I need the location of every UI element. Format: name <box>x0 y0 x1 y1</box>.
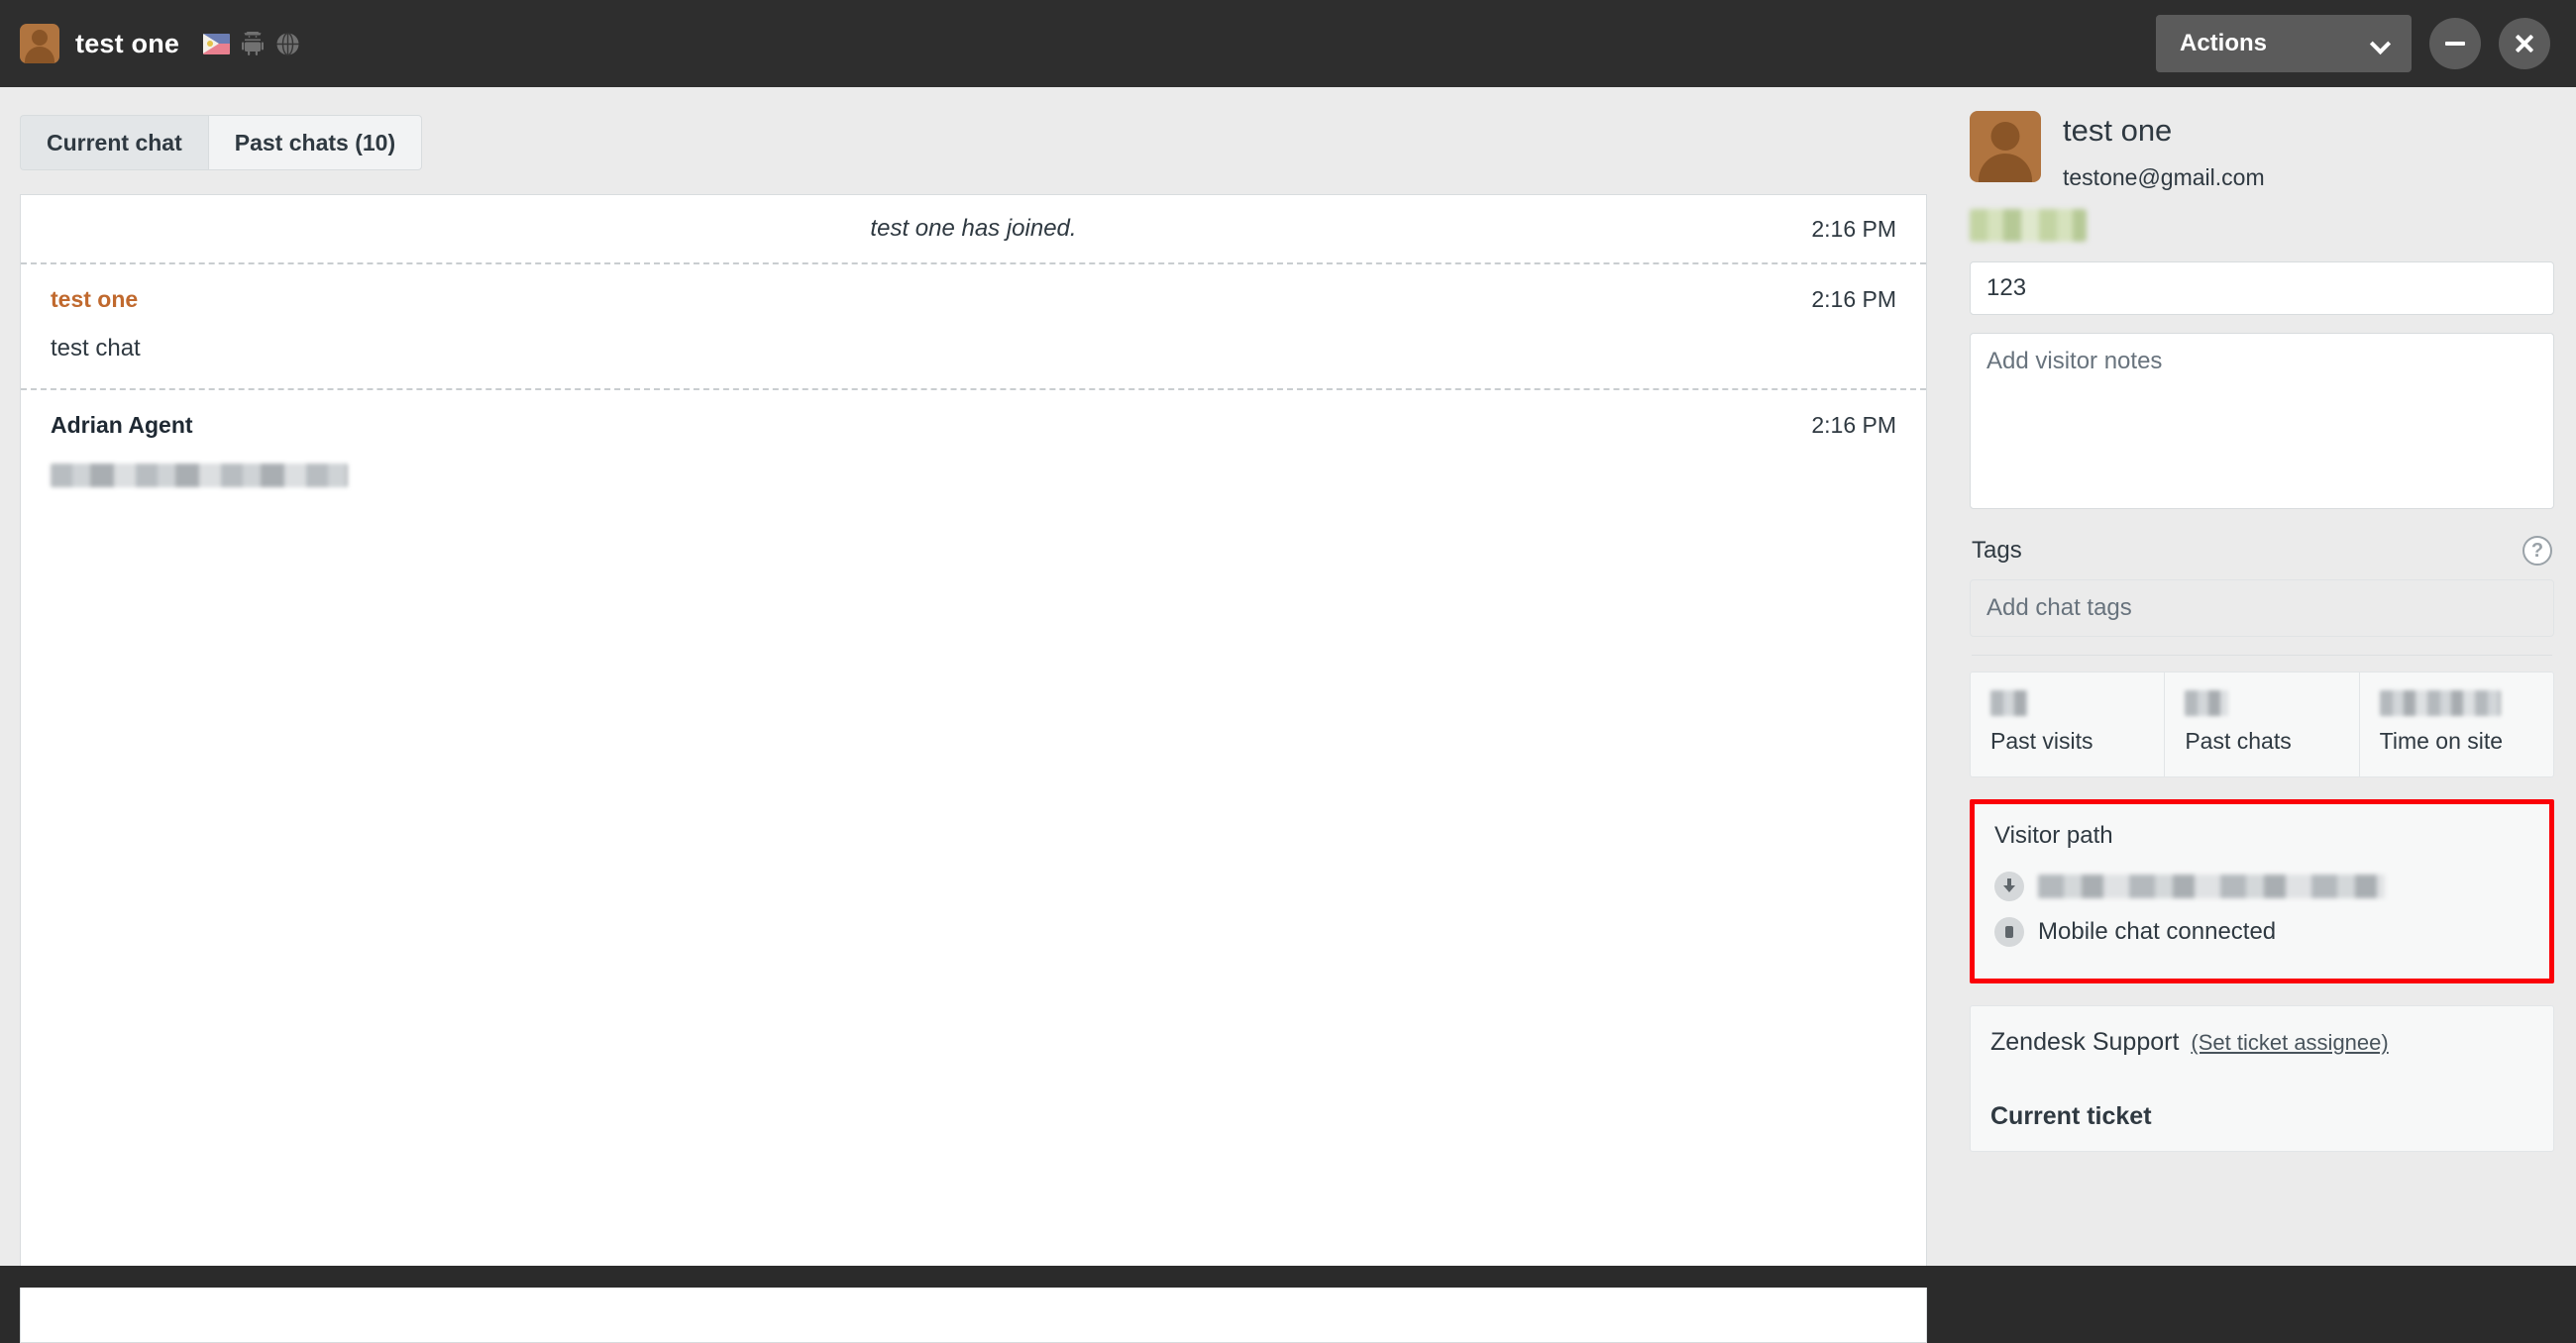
visitor-name: test one <box>2063 113 2173 148</box>
chat-column: Current chat Past chats (10) test one ha… <box>0 87 1948 1343</box>
message-author: Adrian Agent <box>51 412 193 438</box>
message-time: 2:16 PM <box>1811 412 1896 438</box>
system-message-text: test one has joined. <box>870 215 1077 242</box>
titlebar-right-group: Actions <box>2156 15 2576 72</box>
set-ticket-assignee-link[interactable]: (Set ticket assignee) <box>2191 1030 2388 1056</box>
visitor-status-badge-redacted <box>1970 209 2087 242</box>
sidebar-visitor-identity: test one testone@gmail.com <box>2063 111 2265 191</box>
dot-marker-icon <box>1994 917 2024 947</box>
chevron-down-icon <box>2372 36 2388 52</box>
stat-label: Past chats <box>2185 728 2292 754</box>
message-text-redacted <box>51 461 1896 488</box>
actions-button[interactable]: Actions <box>2156 15 2412 72</box>
visitor-path-title: Visitor path <box>1994 822 2113 849</box>
tab-past-chats[interactable]: Past chats (10) <box>207 115 423 170</box>
system-message-time: 2:16 PM <box>1811 215 1896 242</box>
titlebar-icon-group <box>203 30 300 56</box>
chat-tabs: Current chat Past chats (10) <box>0 87 1948 170</box>
message-row-visitor: test one 2:16 PM test chat <box>21 264 1926 388</box>
visitor-path-panel: Visitor path Mobile chat connected <box>1970 799 2554 983</box>
stat-value-redacted <box>2185 690 2229 716</box>
message-row-agent: Adrian Agent 2:16 PM <box>21 390 1926 514</box>
zendesk-support-panel: Zendesk Support (Set ticket assignee) Cu… <box>1970 1005 2554 1152</box>
stat-value-redacted <box>1990 690 2028 716</box>
add-chat-tags-input[interactable]: Add chat tags <box>1970 579 2554 637</box>
visitor-path-entry[interactable]: Mobile chat connected <box>1994 909 2529 955</box>
visitor-path-url-redacted <box>2038 875 2385 898</box>
close-icon <box>2514 33 2535 54</box>
stat-label: Past visits <box>1990 728 2093 754</box>
actions-button-label: Actions <box>2180 30 2268 56</box>
minimize-button[interactable] <box>2429 18 2481 69</box>
tags-label: Tags <box>1972 537 2022 564</box>
stat-past-chats: Past chats <box>2165 672 2360 776</box>
sidebar-visitor-header: test one testone@gmail.com <box>1970 87 2554 191</box>
download-arrow-icon <box>1994 872 2024 901</box>
visitor-phone-field[interactable] <box>1970 261 2554 315</box>
minimize-icon <box>2445 42 2465 46</box>
visitor-stats: Past visits Past chats Time on site <box>1970 672 2554 777</box>
window-titlebar: test one Actions <box>0 0 2576 87</box>
question-mark-icon[interactable]: ? <box>2522 536 2552 566</box>
philippines-flag-icon <box>203 33 231 54</box>
sidebar-divider <box>1972 655 2552 656</box>
globe-browser-icon <box>275 32 300 56</box>
zendesk-support-header: Zendesk Support (Set ticket assignee) <box>1990 1028 2533 1057</box>
close-button[interactable] <box>2499 18 2550 69</box>
visitor-notes-field[interactable] <box>1970 333 2554 509</box>
app-body: Current chat Past chats (10) test one ha… <box>0 87 2576 1343</box>
system-message-row: test one has joined. 2:16 PM <box>21 195 1926 262</box>
tags-header: Tags ? <box>1970 536 2554 566</box>
stat-time-on-site: Time on site <box>2360 672 2553 776</box>
stat-value-redacted <box>2379 690 2501 716</box>
message-author: test one <box>51 286 139 312</box>
current-ticket-label: Current ticket <box>1990 1102 2152 1130</box>
tab-current-chat[interactable]: Current chat <box>20 115 208 170</box>
visitor-email: testone@gmail.com <box>2063 164 2265 190</box>
message-text: test chat <box>51 335 141 362</box>
window-footer-bar <box>0 1266 2576 1288</box>
visitor-path-entry[interactable] <box>1994 864 2529 909</box>
titlebar-left-group: test one <box>0 24 300 63</box>
android-robot-icon <box>242 30 265 55</box>
stat-past-visits: Past visits <box>1971 672 2166 776</box>
redacted-content <box>51 463 348 487</box>
person-avatar-icon <box>20 24 59 63</box>
visitor-sidebar: test one testone@gmail.com Tags ? Add ch… <box>1948 87 2576 1266</box>
stat-label: Time on site <box>2379 728 2504 754</box>
window-title: test one <box>75 28 180 58</box>
visitor-path-entry-label: Mobile chat connected <box>2038 918 2277 945</box>
zendesk-support-title: Zendesk Support <box>1990 1028 2180 1056</box>
chat-transcript[interactable]: test one has joined. 2:16 PM test one 2:… <box>20 194 1927 1343</box>
message-time: 2:16 PM <box>1811 286 1896 312</box>
avatar <box>1970 111 2041 182</box>
